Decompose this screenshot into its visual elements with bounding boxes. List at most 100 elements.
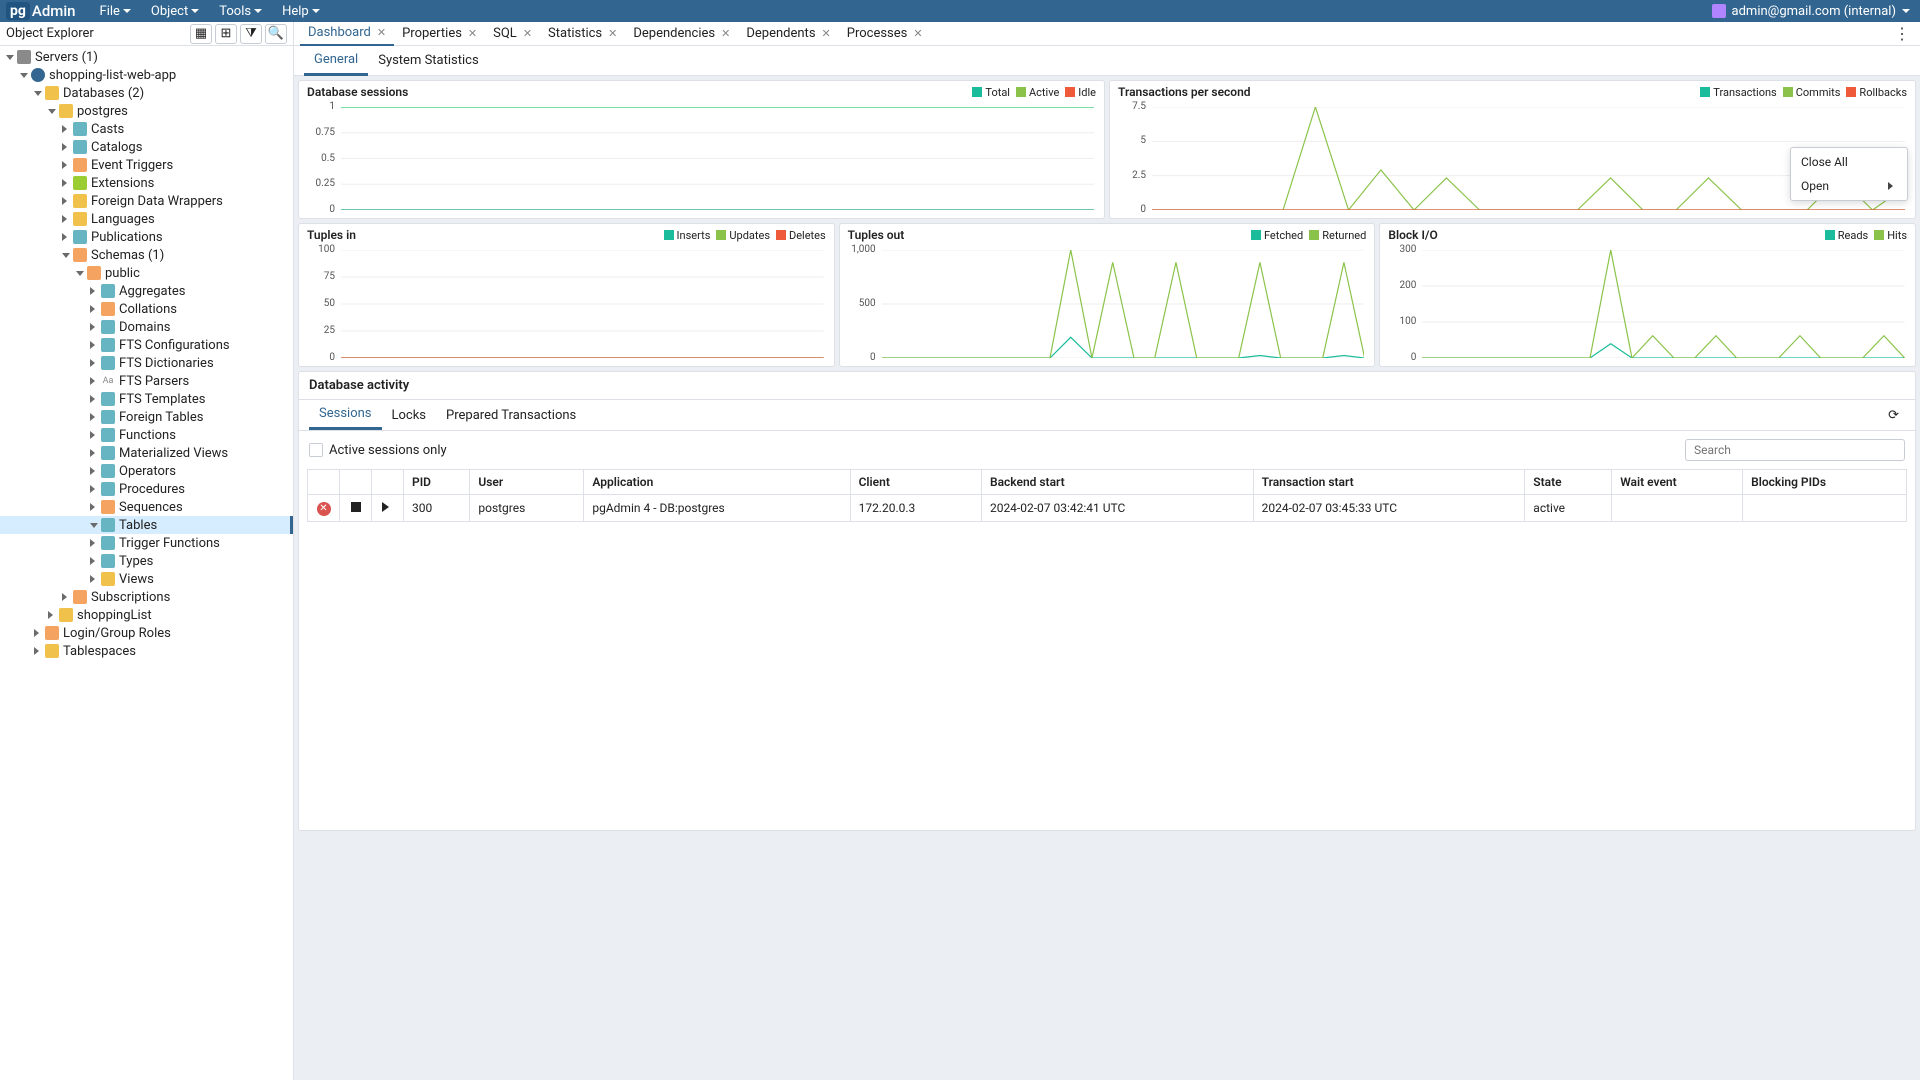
tool-search-icon[interactable]: 🔍 (265, 24, 287, 44)
ctx-open[interactable]: Open (1791, 174, 1907, 198)
tab-dependencies[interactable]: Dependencies✕ (625, 22, 738, 45)
node-publications[interactable]: Publications (0, 228, 293, 246)
node-ftstmpl[interactable]: FTS Templates (0, 390, 293, 408)
chart-title: Transactions per second (1118, 85, 1251, 99)
node-procedures[interactable]: Procedures (0, 480, 293, 498)
activity-tab-prepared[interactable]: Prepared Transactions (436, 402, 586, 429)
tool-filter-icon[interactable]: ⧩ (240, 24, 262, 44)
chevron-down-icon (312, 9, 320, 17)
node-foreigntables[interactable]: Foreign Tables (0, 408, 293, 426)
node-subscriptions[interactable]: Subscriptions (0, 588, 293, 606)
chart-tuples-in: Tuples in Inserts Updates Deletes 100755… (298, 223, 835, 367)
close-icon[interactable]: ✕ (523, 27, 532, 40)
node-eventtriggers[interactable]: Event Triggers (0, 156, 293, 174)
fts-tmpl-icon (101, 392, 115, 406)
triggerfn-icon (101, 536, 115, 550)
server-icon (17, 50, 31, 64)
node-fdw[interactable]: Foreign Data Wrappers (0, 192, 293, 210)
extensions-icon (73, 176, 87, 190)
close-icon[interactable]: ✕ (822, 27, 831, 40)
activity-tab-sessions[interactable]: Sessions (309, 400, 382, 430)
node-postgres[interactable]: postgres (0, 102, 293, 120)
tab-dependents[interactable]: Dependents✕ (738, 22, 838, 45)
node-collations[interactable]: Collations (0, 300, 293, 318)
user-menu[interactable]: admin@gmail.com (internal) (1712, 4, 1914, 19)
subtab-general[interactable]: General (304, 46, 368, 76)
node-shoppinglist[interactable]: shoppingList (0, 606, 293, 624)
node-schemas[interactable]: Schemas (1) (0, 246, 293, 264)
tool-table-icon[interactable]: ⊞ (215, 24, 237, 44)
close-icon[interactable]: ✕ (721, 27, 730, 40)
table-row[interactable]: ✕ 300 postgres pgAdmin 4 - DB:postgres 1… (308, 495, 1907, 522)
tab-processes[interactable]: Processes✕ (839, 22, 931, 45)
chevron-down-icon (254, 9, 262, 17)
ctx-close-all[interactable]: Close All (1791, 150, 1907, 174)
node-matviews[interactable]: Materialized Views (0, 444, 293, 462)
node-ftsparsers[interactable]: AaFTS Parsers (0, 372, 293, 390)
node-functions[interactable]: Functions (0, 426, 293, 444)
menu-object[interactable]: Object (141, 1, 209, 22)
context-menu: Close All Open (1790, 147, 1908, 201)
fts-parsers-icon: Aa (101, 374, 115, 388)
tab-statistics[interactable]: Statistics✕ (540, 22, 625, 45)
kebab-menu[interactable]: ⋮ (1884, 24, 1920, 43)
activity-tab-locks[interactable]: Locks (382, 402, 437, 429)
node-sequences[interactable]: Sequences (0, 498, 293, 516)
foreign-tables-icon (101, 410, 115, 424)
search-input[interactable] (1685, 439, 1905, 461)
chevron-right-icon (1888, 182, 1897, 190)
event-triggers-icon (73, 158, 87, 172)
chart-tuples-out: Tuples out Fetched Returned 1,0005000 (839, 223, 1376, 367)
node-databases[interactable]: Databases (2) (0, 84, 293, 102)
chevron-down-icon (191, 9, 199, 17)
types-icon (101, 554, 115, 568)
node-ftsconf[interactable]: FTS Configurations (0, 336, 293, 354)
tab-properties[interactable]: Properties✕ (394, 22, 485, 45)
sessions-table: PID User Application Client Backend star… (307, 469, 1907, 522)
elephant-icon (31, 68, 45, 82)
node-public[interactable]: public (0, 264, 293, 282)
node-domains[interactable]: Domains (0, 318, 293, 336)
node-catalogs[interactable]: Catalogs (0, 138, 293, 156)
aggregates-icon (101, 284, 115, 298)
tab-sql[interactable]: SQL✕ (485, 22, 540, 45)
node-casts[interactable]: Casts (0, 120, 293, 138)
play-icon[interactable] (382, 502, 394, 512)
node-tablespaces[interactable]: Tablespaces (0, 642, 293, 660)
node-aggregates[interactable]: Aggregates (0, 282, 293, 300)
node-views[interactable]: Views (0, 570, 293, 588)
fts-conf-icon (101, 338, 115, 352)
node-extensions[interactable]: Extensions (0, 174, 293, 192)
user-icon (1712, 4, 1726, 18)
node-languages[interactable]: Languages (0, 210, 293, 228)
refresh-icon[interactable]: ⟳ (1882, 408, 1905, 423)
close-icon[interactable]: ✕ (377, 26, 386, 39)
terminate-icon[interactable]: ✕ (317, 502, 331, 516)
node-types[interactable]: Types (0, 552, 293, 570)
menu-file[interactable]: File (90, 1, 141, 22)
node-loginroles[interactable]: Login/Group Roles (0, 624, 293, 642)
close-icon[interactable]: ✕ (468, 27, 477, 40)
functions-icon (101, 428, 115, 442)
stop-icon[interactable] (351, 502, 361, 512)
chevron-down-icon (1902, 9, 1910, 17)
node-tables[interactable]: Tables (0, 516, 293, 534)
tab-dashboard[interactable]: Dashboard✕ (300, 22, 394, 47)
active-only-checkbox[interactable] (309, 443, 323, 457)
database-icon (59, 608, 73, 622)
menu-help[interactable]: Help (272, 1, 330, 22)
user-label: admin@gmail.com (internal) (1732, 4, 1896, 19)
database-icon (45, 86, 59, 100)
close-icon[interactable]: ✕ (608, 27, 617, 40)
database-icon (59, 104, 73, 118)
node-servers[interactable]: Servers (1) (0, 48, 293, 66)
node-server[interactable]: shopping-list-web-app (0, 66, 293, 84)
node-triggerfn[interactable]: Trigger Functions (0, 534, 293, 552)
subtab-systemstats[interactable]: System Statistics (368, 47, 488, 74)
node-ftsdict[interactable]: FTS Dictionaries (0, 354, 293, 372)
close-icon[interactable]: ✕ (913, 27, 922, 40)
fts-dict-icon (101, 356, 115, 370)
menu-tools[interactable]: Tools (209, 1, 272, 22)
node-operators[interactable]: Operators (0, 462, 293, 480)
tool-grid-icon[interactable]: ▦ (190, 24, 212, 44)
